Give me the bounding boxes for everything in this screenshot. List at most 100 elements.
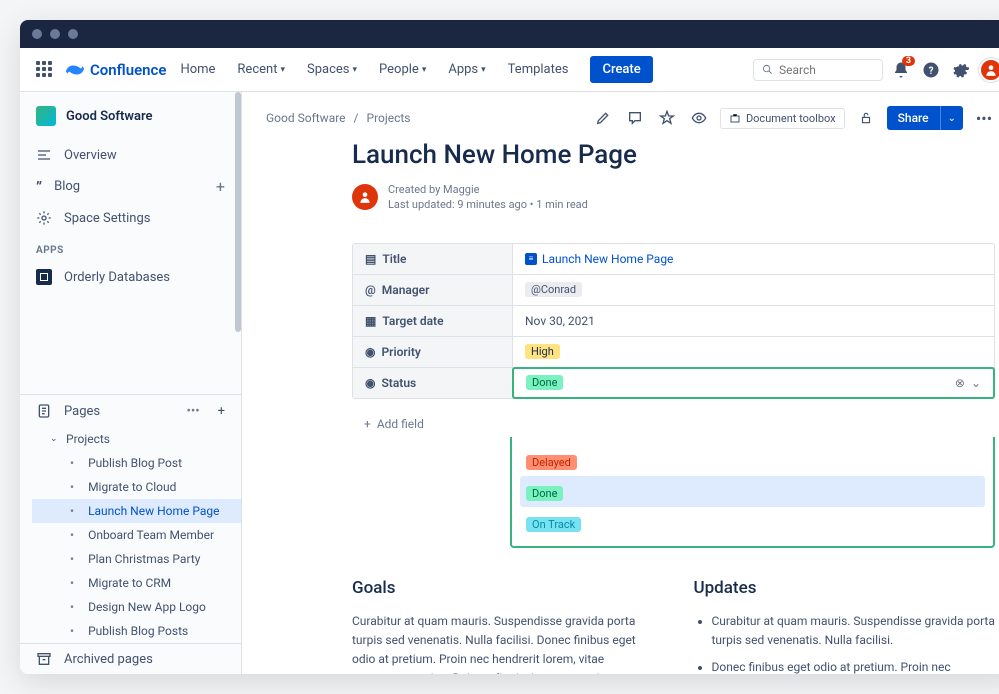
scrollbar[interactable]	[235, 92, 241, 332]
sidebar-overview[interactable]: Overview	[20, 140, 241, 170]
author-avatar[interactable]	[352, 184, 378, 210]
doc-icon: ≡	[525, 253, 537, 265]
window-titlebar	[20, 20, 999, 48]
goals-section: Goals Curabitur at quam mauris. Suspendi…	[352, 578, 654, 674]
more-actions-icon[interactable]: •••	[973, 107, 995, 129]
more-icon[interactable]: •••	[186, 404, 199, 419]
confluence-logo[interactable]: Confluence	[66, 61, 166, 79]
chevron-down-icon: ▾	[422, 65, 427, 75]
update-item: Donec finibus eget odio at pretium. Proi…	[712, 658, 996, 674]
tree-item[interactable]: Onboard Team Member	[32, 523, 241, 547]
app-name: Confluence	[90, 61, 166, 79]
space-icon	[36, 106, 56, 126]
comment-icon[interactable]	[624, 107, 646, 129]
space-name: Good Software	[66, 109, 153, 124]
plus-icon[interactable]: +	[216, 177, 225, 196]
sidebar-orderly-databases[interactable]: Orderly Databases	[20, 262, 241, 292]
tree-item[interactable]: Migrate to Cloud	[32, 475, 241, 499]
sidebar-archived[interactable]: Archived pages	[20, 644, 241, 674]
breadcrumb: Good Software / Projects	[266, 111, 411, 125]
tree-item[interactable]: Plan Christmas Party	[32, 547, 241, 571]
read-time: 1 min read	[536, 198, 588, 211]
chevron-down-icon: ⌄	[50, 434, 60, 444]
create-button[interactable]: Create	[590, 56, 652, 83]
nav-recent[interactable]: Recent▾	[229, 58, 293, 81]
updates-heading: Updates	[694, 578, 996, 598]
edit-icon[interactable]	[592, 107, 614, 129]
nav-spaces[interactable]: Spaces▾	[299, 58, 365, 81]
space-header[interactable]: Good Software	[20, 92, 241, 140]
main-content: Good Software / Projects Document toolbo…	[242, 92, 999, 674]
page-icon	[36, 403, 52, 419]
database-icon	[36, 269, 52, 285]
tree-projects[interactable]: ⌄Projects	[32, 427, 241, 451]
lock-icon[interactable]	[855, 107, 877, 129]
date-value[interactable]: Nov 30, 2021	[513, 306, 994, 336]
plus-icon: +	[364, 417, 371, 431]
sidebar-settings[interactable]: Space Settings	[20, 203, 241, 233]
chevron-down-icon: ▾	[353, 65, 358, 75]
mention-icon: @	[365, 283, 376, 297]
tree-item-selected[interactable]: Launch New Home Page	[32, 499, 241, 523]
clear-icon[interactable]: ⊗	[955, 376, 965, 390]
search-box[interactable]	[753, 59, 883, 81]
settings-icon[interactable]	[949, 58, 973, 82]
nav-apps[interactable]: Apps▾	[440, 58, 493, 81]
search-input[interactable]	[779, 63, 874, 77]
add-field-button[interactable]: +Add field	[352, 409, 995, 439]
status-option-ontrack[interactable]: On Track	[520, 507, 985, 538]
manager-value[interactable]: @Conrad	[513, 275, 994, 305]
tree-item[interactable]: Migrate to CRM	[32, 571, 241, 595]
status-option-delayed[interactable]: Delayed	[520, 445, 985, 476]
breadcrumb-parent[interactable]: Projects	[367, 111, 411, 125]
page-properties: ▤Title ≡Launch New Home Page @Manager @C…	[352, 243, 995, 399]
app-switcher-icon[interactable]	[36, 61, 54, 79]
help-icon[interactable]: ?	[919, 58, 943, 82]
priority-value[interactable]: High	[513, 337, 994, 367]
user-avatar[interactable]	[979, 58, 999, 82]
nav-home[interactable]: Home	[172, 58, 223, 81]
document-toolbox-button[interactable]: Document toolbox	[720, 108, 845, 129]
title-value[interactable]: ≡Launch New Home Page	[513, 244, 994, 274]
traffic-light-min[interactable]	[50, 29, 60, 39]
toolbox-icon	[729, 112, 741, 124]
star-icon[interactable]	[656, 107, 678, 129]
tree-item[interactable]: Publish Blog Post	[32, 451, 241, 475]
traffic-light-close[interactable]	[32, 29, 42, 39]
status-value[interactable]: Done ⊗ ⌄	[512, 367, 995, 399]
update-item: Curabitur at quam mauris. Suspendisse gr…	[712, 612, 996, 650]
notif-badge: 3	[902, 56, 915, 66]
sidebar-blog[interactable]: ” Blog +	[20, 170, 241, 203]
svg-text:?: ?	[929, 65, 934, 76]
tree-item[interactable]: Design New App Logo	[32, 595, 241, 619]
watch-icon[interactable]	[688, 107, 710, 129]
chevron-down-icon: ▾	[280, 65, 285, 75]
archive-icon	[36, 651, 52, 667]
chevron-down-icon[interactable]: ⌄	[971, 376, 981, 390]
goals-heading: Goals	[352, 578, 654, 598]
quote-icon: ”	[36, 178, 42, 196]
tree-item[interactable]: Publish Blog Posts	[32, 619, 241, 643]
byline: Created by Maggie Last updated: 9 minute…	[352, 182, 995, 213]
plus-icon[interactable]: +	[218, 404, 225, 419]
nav-people[interactable]: People▾	[371, 58, 434, 81]
status-icon: ◉	[365, 376, 375, 390]
apps-section-label: APPS	[20, 233, 241, 262]
status-option-done[interactable]: Done	[520, 476, 985, 507]
breadcrumb-space[interactable]: Good Software	[266, 111, 346, 125]
page-title: Launch New Home Page	[352, 140, 995, 170]
status-dropdown: Delayed Done On Track	[510, 437, 995, 548]
title-field-icon: ▤	[365, 252, 376, 266]
traffic-light-max[interactable]	[68, 29, 78, 39]
sidebar-pages[interactable]: Pages ••• +	[20, 395, 241, 427]
chevron-down-icon: ▾	[481, 65, 486, 75]
last-updated: Last updated: 9 minutes ago	[388, 198, 527, 211]
search-icon	[762, 63, 773, 76]
confluence-icon	[66, 61, 84, 79]
top-nav: Confluence Home Recent▾ Spaces▾ People▾ …	[20, 48, 999, 92]
gear-icon	[36, 210, 52, 226]
nav-templates[interactable]: Templates	[500, 58, 577, 81]
notifications-icon[interactable]: 3	[889, 58, 913, 82]
share-button[interactable]: Share	[887, 106, 940, 130]
share-dropdown[interactable]: ⌄	[940, 106, 963, 130]
